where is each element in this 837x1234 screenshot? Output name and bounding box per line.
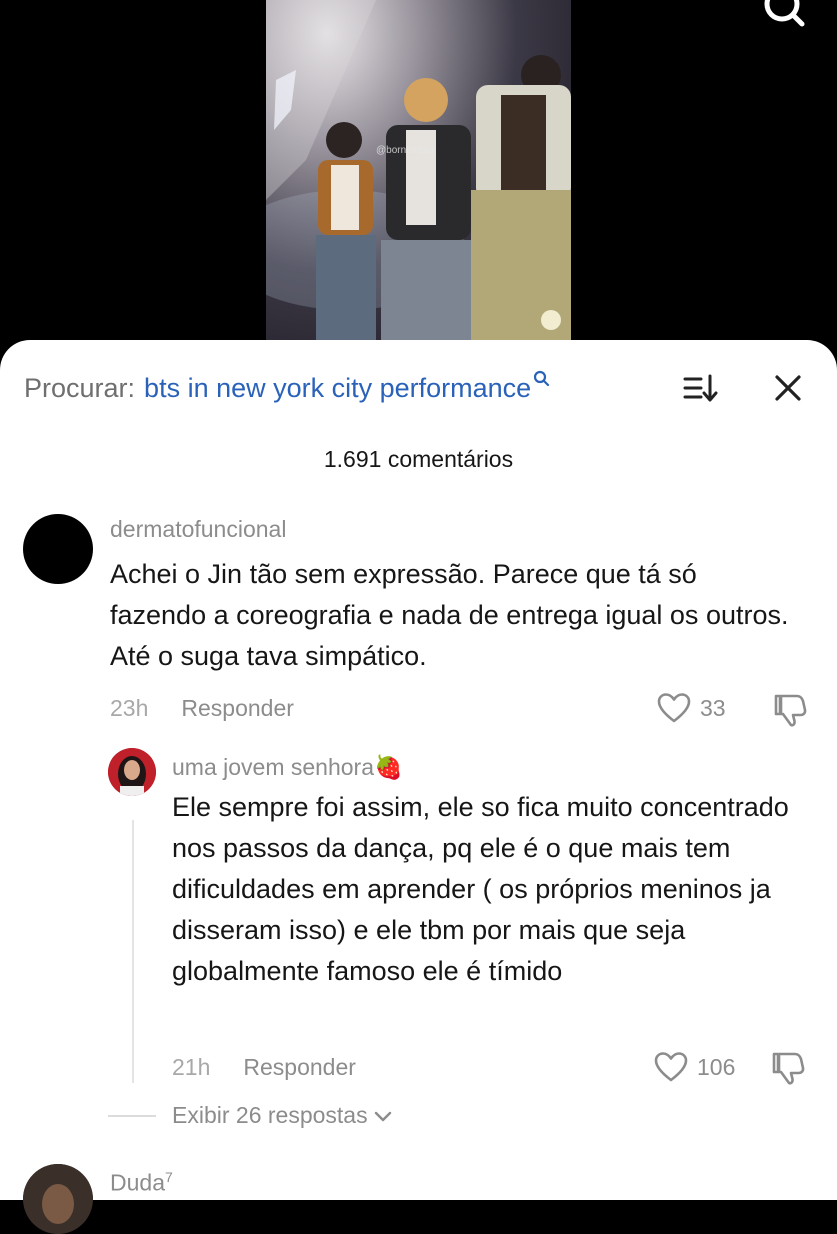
stage-performance-image: @bornfortour bbox=[266, 0, 571, 340]
dislike-icon[interactable] bbox=[770, 1050, 806, 1086]
thread-line bbox=[132, 820, 134, 1083]
search-prefix-label: Procurar: bbox=[24, 372, 136, 403]
search-icon bbox=[534, 370, 550, 387]
comment-meta: 23h Responder bbox=[110, 695, 294, 722]
avatar[interactable] bbox=[23, 1164, 93, 1234]
sort-icon[interactable] bbox=[680, 370, 720, 406]
avatar-image bbox=[108, 748, 156, 796]
heart-icon bbox=[654, 1052, 688, 1082]
comments-sheet: Procurar: bts in new york city performan… bbox=[0, 340, 837, 1234]
dislike-icon[interactable] bbox=[772, 692, 808, 728]
view-replies-label: Exibir 26 respostas bbox=[172, 1102, 368, 1128]
comment-text: Achei o Jin tão sem expressão. Parece qu… bbox=[110, 559, 789, 671]
reply-username[interactable]: uma jovem senhora🍓 bbox=[172, 754, 403, 781]
watermark-text: @bornfortour bbox=[376, 145, 436, 156]
comment-username[interactable]: Duda7 bbox=[110, 1169, 173, 1197]
reply-button[interactable]: Responder bbox=[181, 695, 294, 722]
search-query-link[interactable]: bts in new york city performance bbox=[144, 373, 531, 404]
comment-count: 1.691 comentários bbox=[323, 446, 514, 472]
like-count: 106 bbox=[697, 1053, 736, 1080]
reply-button[interactable]: Responder bbox=[243, 1054, 356, 1081]
like-button[interactable]: 33 bbox=[656, 692, 726, 724]
chevron-down-icon bbox=[374, 1111, 391, 1121]
divider bbox=[108, 1114, 156, 1117]
close-icon[interactable] bbox=[770, 370, 806, 406]
video-area: @bornfortour bbox=[0, 0, 837, 360]
reply-time: 21h bbox=[172, 1054, 211, 1080]
comment-username[interactable]: dermatofuncional bbox=[110, 516, 286, 543]
avatar-image bbox=[23, 1164, 93, 1234]
like-button[interactable]: 106 bbox=[653, 1051, 735, 1083]
avatar[interactable] bbox=[23, 514, 93, 584]
username-text: Duda bbox=[110, 1169, 165, 1196]
video-thumbnail[interactable]: @bornfortour bbox=[266, 0, 571, 340]
reply-text: Ele sempre foi assim, ele so fica muito … bbox=[172, 792, 789, 986]
username-superscript: 7 bbox=[164, 1169, 173, 1185]
like-count: 33 bbox=[700, 694, 726, 721]
reply-meta: 21h Responder bbox=[172, 1054, 356, 1081]
comment-time: 23h bbox=[110, 695, 149, 721]
search-icon[interactable] bbox=[760, 0, 810, 36]
search-suggestion[interactable]: Procurar: bts in new york city performan… bbox=[24, 370, 551, 406]
heart-icon bbox=[657, 693, 691, 723]
view-replies-button[interactable]: Exibir 26 respostas bbox=[108, 1102, 394, 1129]
avatar[interactable] bbox=[108, 748, 156, 796]
